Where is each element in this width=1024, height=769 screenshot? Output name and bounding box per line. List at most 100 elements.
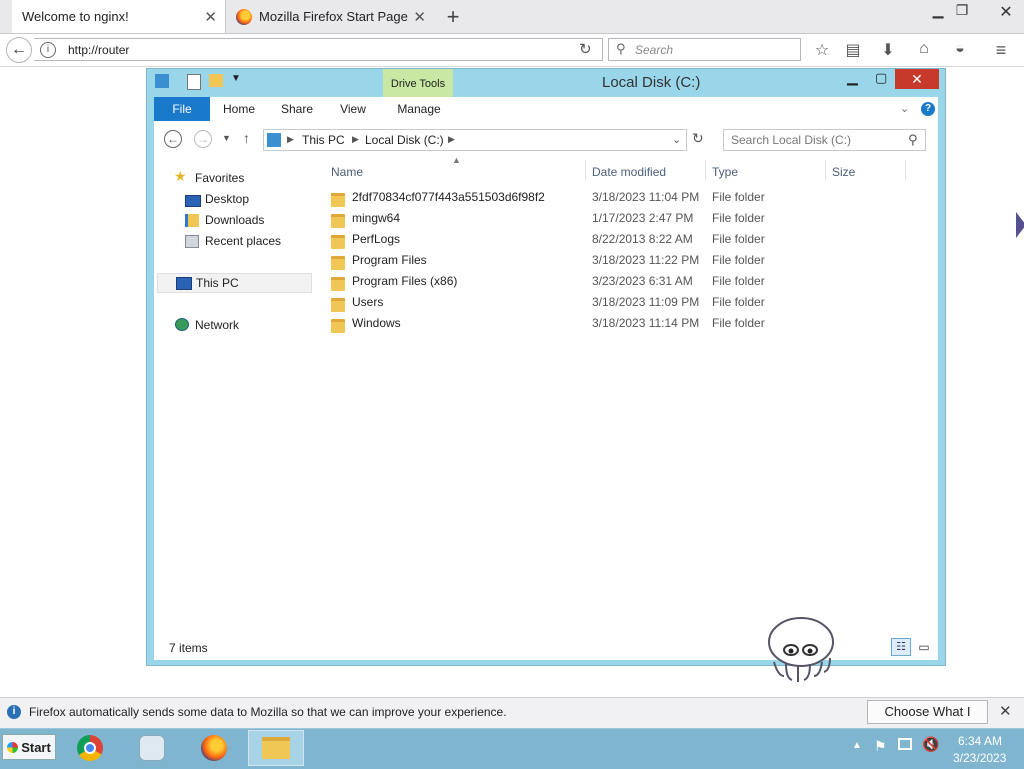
info-icon[interactable]: i (40, 42, 56, 58)
back-icon[interactable]: ← (164, 130, 182, 148)
nav-this-pc-row[interactable]: This PC (157, 273, 312, 293)
firefox-icon (236, 8, 252, 25)
start-button[interactable]: Start (2, 734, 56, 760)
file-row[interactable]: Program Files (x86) 3/23/2023 6:31 AM File… (331, 274, 891, 295)
speaker-muted-icon[interactable]: 🔇 (922, 736, 939, 753)
address-bar[interactable]: ▶ This PC ▶ Local Disk (C:) ▶ ⌄ (263, 129, 687, 151)
close-window-icon[interactable]: ✕ (895, 69, 939, 89)
refresh-icon[interactable]: ↻ (692, 130, 704, 147)
tab-share[interactable]: Share (275, 97, 319, 121)
explorer-titlebar[interactable]: ▼ Drive Tools Local Disk (C:) ▁ ▢ ✕ (147, 69, 945, 97)
close-tab-icon[interactable]: ✕ (204, 8, 217, 26)
column-type[interactable]: Type (712, 165, 738, 179)
search-icon: ⚲ (908, 132, 918, 147)
explorer-window[interactable]: ▼ Drive Tools Local Disk (C:) ▁ ▢ ✕ File… (146, 68, 946, 666)
back-icon[interactable]: ← (6, 37, 32, 63)
url-bar[interactable]: i http://router ↻ (34, 38, 603, 61)
close-window-icon[interactable]: ✕ (990, 2, 1022, 22)
network-status-icon[interactable] (898, 738, 912, 750)
status-item-count: 7 items (169, 641, 208, 655)
column-date-modified[interactable]: Date modified (592, 165, 666, 179)
help-icon[interactable]: ? (921, 102, 935, 116)
star-icon[interactable]: ☆ (811, 40, 833, 60)
tab-welcome-nginx[interactable]: Welcome to nginx! ✕ (12, 0, 226, 33)
taskbar-chrome[interactable] (62, 730, 118, 766)
download-icon[interactable]: ⬇ (877, 40, 899, 60)
details-view-icon[interactable]: ☷ (891, 638, 911, 656)
desktop-icon (185, 195, 201, 207)
search-icon: ⚲ (616, 41, 626, 56)
breadcrumb-local-disk[interactable]: Local Disk (C:) (365, 133, 444, 147)
minimize-icon[interactable]: ▁ (847, 69, 858, 86)
file-type: File folder (712, 295, 765, 309)
forward-icon[interactable]: → (194, 130, 212, 148)
network-icon (175, 318, 189, 331)
tab-manage[interactable]: Manage (387, 97, 451, 121)
close-tab-icon[interactable]: ✕ (413, 8, 426, 26)
file-date: 3/23/2023 6:31 AM (592, 274, 693, 288)
folder-icon (331, 298, 345, 312)
recent-locations-icon[interactable]: ▼ (222, 133, 231, 143)
nav-desktop[interactable]: Desktop (205, 192, 249, 206)
up-icon[interactable]: ↑ (243, 130, 250, 146)
maximize-icon[interactable]: ▢ (875, 70, 887, 86)
home-icon[interactable]: ⌂ (913, 40, 935, 58)
search-placeholder: Search (635, 43, 674, 57)
choose-what-i-share-button[interactable]: Choose What I Share (867, 700, 988, 741)
file-row[interactable]: PerfLogs 8/22/2013 8:22 AM File folder (331, 232, 891, 253)
breadcrumb-this-pc[interactable]: This PC (302, 133, 345, 147)
taskbar-media-player[interactable] (124, 730, 180, 766)
reading-list-icon[interactable]: ▤ (842, 40, 864, 60)
file-name: Users (352, 295, 384, 309)
file-date: 8/22/2013 8:22 AM (592, 232, 693, 246)
menu-icon[interactable]: ≡ (990, 40, 1012, 61)
file-type: File folder (712, 316, 765, 330)
windows-logo-icon (7, 741, 19, 753)
reload-icon[interactable]: ↻ (579, 40, 592, 58)
file-row[interactable]: Windows 3/18/2023 11:14 PM File folder (331, 316, 891, 337)
large-icons-view-icon[interactable]: ▭ (915, 638, 933, 656)
column-size[interactable]: Size (832, 165, 855, 179)
nav-network[interactable]: Network (195, 318, 239, 332)
file-date: 3/18/2023 11:14 PM (592, 316, 700, 330)
folder-icon (331, 214, 345, 228)
nav-favorites[interactable]: Favorites (195, 171, 244, 185)
restore-icon[interactable]: ❐ (946, 2, 978, 19)
file-row[interactable]: 2fdf70834cf077f443a551503d6f98f2 3/18/202… (331, 190, 891, 211)
drive-tools-label: Drive Tools (383, 69, 453, 97)
file-row[interactable]: mingw64 1/17/2023 2:47 PM File folder (331, 211, 891, 232)
notification-text: Firefox automatically sends some data to… (29, 705, 507, 719)
tab-firefox-start[interactable]: Mozilla Firefox Start Page ✕ (226, 0, 434, 33)
search-bar[interactable]: ⚲ Search (608, 38, 801, 61)
tab-file[interactable]: File (154, 97, 210, 121)
properties-icon[interactable] (187, 74, 201, 90)
close-notification-icon[interactable]: ✕ (999, 702, 1012, 720)
file-name: Windows (352, 316, 401, 330)
nav-this-pc: This PC (196, 276, 239, 290)
taskbar-file-explorer[interactable] (248, 730, 304, 766)
chevron-down-icon[interactable]: ▼ (231, 73, 241, 84)
chevron-down-icon[interactable]: ⌄ (672, 133, 681, 146)
file-date: 1/17/2023 2:47 PM (592, 211, 694, 225)
expand-ribbon-icon[interactable]: ⌄ (900, 102, 909, 115)
chevron-right-icon: ▶ (448, 134, 455, 144)
tab-home[interactable]: Home (217, 97, 261, 121)
file-row[interactable]: Users 3/18/2023 11:09 PM File folder (331, 295, 891, 316)
pocket-icon[interactable]: ◒ (949, 40, 971, 58)
nav-downloads[interactable]: Downloads (205, 213, 264, 227)
tab-label: Welcome to nginx! (22, 9, 129, 24)
flag-icon[interactable]: ⚑ (874, 738, 887, 755)
taskbar-firefox[interactable] (186, 730, 242, 766)
file-name: Program Files (352, 253, 427, 267)
explorer-search-input[interactable]: Search Local Disk (C:) ⚲ (723, 129, 926, 151)
tab-view[interactable]: View (331, 97, 375, 121)
start-label: Start (21, 739, 51, 755)
new-tab-button[interactable]: + (440, 4, 466, 30)
chevron-up-icon[interactable]: ▲ (852, 740, 862, 751)
chrome-icon (77, 735, 103, 761)
folder-icon (331, 277, 345, 291)
nav-recent-places[interactable]: Recent places (205, 234, 281, 248)
file-row[interactable]: Program Files 3/18/2023 11:22 PM File fold… (331, 253, 891, 274)
column-name[interactable]: Name (331, 165, 363, 179)
new-folder-icon[interactable] (209, 74, 223, 87)
